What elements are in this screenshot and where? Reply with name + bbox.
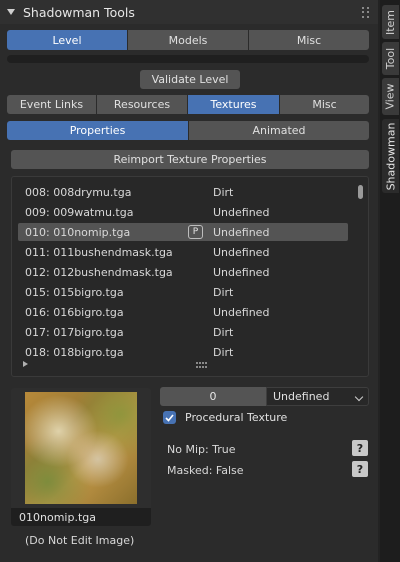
sidebar-tab-view[interactable]: View xyxy=(382,78,399,115)
texture-category: Undefined xyxy=(213,265,270,279)
texture-category: Dirt xyxy=(213,345,234,359)
collapse-triangle-icon[interactable] xyxy=(7,9,15,15)
no-mip-value: No Mip: True xyxy=(167,443,236,456)
texture-tab-bar: Properties Animated xyxy=(7,121,369,140)
list-item[interactable]: 009: 009watmu.tga Undefined xyxy=(18,203,348,221)
texture-preview-box: 010nomip.tga xyxy=(11,388,151,526)
texture-name: 016: 016bigro.tga xyxy=(25,305,124,319)
chevron-down-icon xyxy=(354,392,364,402)
texture-name: 008: 008drymu.tga xyxy=(25,185,132,199)
sidebar-tab-shadowman-label: Shadowman xyxy=(384,122,397,190)
tab-resources[interactable]: Resources xyxy=(97,95,188,114)
tab-animated[interactable]: Animated xyxy=(189,121,369,140)
validate-level-button[interactable]: Validate Level xyxy=(140,70,240,89)
drag-handle-icon[interactable] xyxy=(362,7,370,18)
texture-preview-image xyxy=(25,392,137,504)
texture-category: Dirt xyxy=(213,185,234,199)
sidebar-tab-shadowman[interactable]: Shadowman xyxy=(382,119,399,193)
tab-textures[interactable]: Textures xyxy=(188,95,280,114)
texture-name: 017: 017bigro.tga xyxy=(25,325,124,339)
texture-category: Dirt xyxy=(213,285,234,299)
checkmark-icon xyxy=(165,413,174,422)
list-item-selected[interactable]: 010: 010nomip.tga P Undefined xyxy=(18,223,348,241)
texture-name: 010: 010nomip.tga xyxy=(25,225,131,239)
category-dropdown[interactable]: Undefined xyxy=(266,387,369,406)
list-item[interactable]: 011: 011bushendmask.tga Undefined xyxy=(18,243,348,261)
texture-category: Undefined xyxy=(213,225,270,239)
texture-index-field[interactable]: 0 xyxy=(160,387,266,406)
tab-sub-misc[interactable]: Misc xyxy=(280,95,369,114)
main-tab-bar: Level Models Misc xyxy=(7,30,369,50)
procedural-texture-checkbox[interactable] xyxy=(163,411,176,424)
list-scrollbar[interactable] xyxy=(358,185,363,199)
list-item[interactable]: 015: 015bigro.tga Dirt xyxy=(18,283,348,301)
masked-help-button[interactable]: ? xyxy=(352,461,368,477)
tab-event-links[interactable]: Event Links xyxy=(7,95,97,114)
list-item[interactable]: 008: 008drymu.tga Dirt xyxy=(18,183,348,201)
tab-level[interactable]: Level xyxy=(7,30,128,50)
tab-misc[interactable]: Misc xyxy=(249,30,369,50)
expand-filter-triangle-icon[interactable] xyxy=(23,361,28,367)
sidebar-tab-tool[interactable]: Tool xyxy=(382,42,399,75)
shadowman-tools-panel: Shadowman Tools Level Models Misc Valida… xyxy=(0,0,378,562)
texture-category: Undefined xyxy=(213,305,270,319)
sidebar-tab-tool-label: Tool xyxy=(384,47,397,70)
sub-tab-bar: Event Links Resources Textures Misc xyxy=(7,95,369,114)
panel-title: Shadowman Tools xyxy=(23,4,135,20)
texture-category: Undefined xyxy=(213,245,270,259)
procedural-badge-icon: P xyxy=(188,225,203,239)
panel-header[interactable]: Shadowman Tools xyxy=(0,0,378,24)
texture-name: 015: 015bigro.tga xyxy=(25,285,124,299)
do-not-edit-note: (Do Not Edit Image) xyxy=(25,534,135,547)
list-item[interactable]: 016: 016bigro.tga Undefined xyxy=(18,303,348,321)
reimport-texture-properties-button[interactable]: Reimport Texture Properties xyxy=(11,150,369,169)
progress-bar xyxy=(7,55,369,63)
list-resize-grip-icon[interactable] xyxy=(196,362,208,368)
list-item[interactable]: 018: 018bigro.tga Dirt xyxy=(18,343,348,361)
texture-name: 011: 011bushendmask.tga xyxy=(25,245,173,259)
texture-filename: 010nomip.tga xyxy=(11,508,151,526)
procedural-texture-label[interactable]: Procedural Texture xyxy=(185,411,287,424)
texture-list[interactable]: 008: 008drymu.tga Dirt 009: 009watmu.tga… xyxy=(11,176,369,377)
sidebar-tab-view-label: View xyxy=(384,83,398,110)
tab-properties[interactable]: Properties xyxy=(7,121,189,140)
texture-name: 012: 012bushendmask.tga xyxy=(25,265,173,279)
sidebar-tab-item-label: Item xyxy=(384,9,398,35)
texture-name: 009: 009watmu.tga xyxy=(25,205,134,219)
category-dropdown-value: Undefined xyxy=(273,390,330,403)
question-mark-icon: ? xyxy=(356,441,364,455)
sidebar-tab-strip: Item Tool View Shadowman xyxy=(380,0,400,562)
question-mark-icon: ? xyxy=(356,462,364,476)
sidebar-tab-item[interactable]: Item xyxy=(382,5,399,39)
list-item[interactable]: 012: 012bushendmask.tga Undefined xyxy=(18,263,348,281)
list-item[interactable]: 017: 017bigro.tga Dirt xyxy=(18,323,348,341)
texture-category: Dirt xyxy=(213,325,234,339)
texture-name: 018: 018bigro.tga xyxy=(25,345,124,359)
no-mip-help-button[interactable]: ? xyxy=(352,440,368,456)
tab-models[interactable]: Models xyxy=(128,30,249,50)
texture-category: Undefined xyxy=(213,205,270,219)
masked-value: Masked: False xyxy=(167,464,244,477)
